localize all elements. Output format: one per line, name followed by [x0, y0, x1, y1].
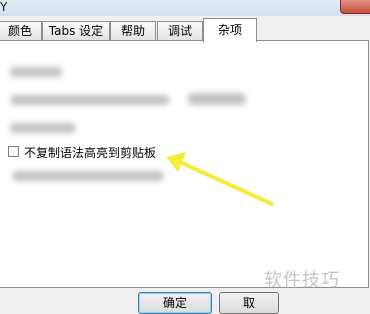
cancel-button[interactable]: 取	[219, 292, 279, 314]
window-title: Y	[0, 0, 8, 14]
tab-tabs-settings[interactable]: Tabs 设定	[42, 21, 110, 40]
blurred-setting-3	[10, 123, 76, 133]
blurred-setting-1	[10, 67, 62, 77]
no-copy-syntax-highlight-label: 不复制语法高亮到剪贴板	[24, 146, 157, 160]
tab-debug[interactable]: 调试	[157, 21, 203, 40]
ok-button[interactable]: 确定	[138, 292, 212, 314]
blurred-setting-2	[10, 95, 170, 105]
blurred-setting-2-field	[188, 93, 246, 105]
watermark: 软件技巧	[264, 270, 340, 291]
no-copy-syntax-highlight-checkbox[interactable]	[8, 146, 19, 157]
blurred-setting-5	[12, 171, 164, 181]
tab-colors[interactable]: 颜色	[0, 21, 42, 40]
title-bar: Y	[0, 0, 370, 16]
tab-help[interactable]: 帮助	[110, 21, 156, 40]
misc-tab-panel	[0, 40, 369, 288]
close-button[interactable]	[340, 0, 370, 14]
tab-strip: 颜色 Tabs 设定 帮助 调试 杂项	[0, 18, 370, 42]
tab-misc[interactable]: 杂项	[203, 18, 257, 42]
